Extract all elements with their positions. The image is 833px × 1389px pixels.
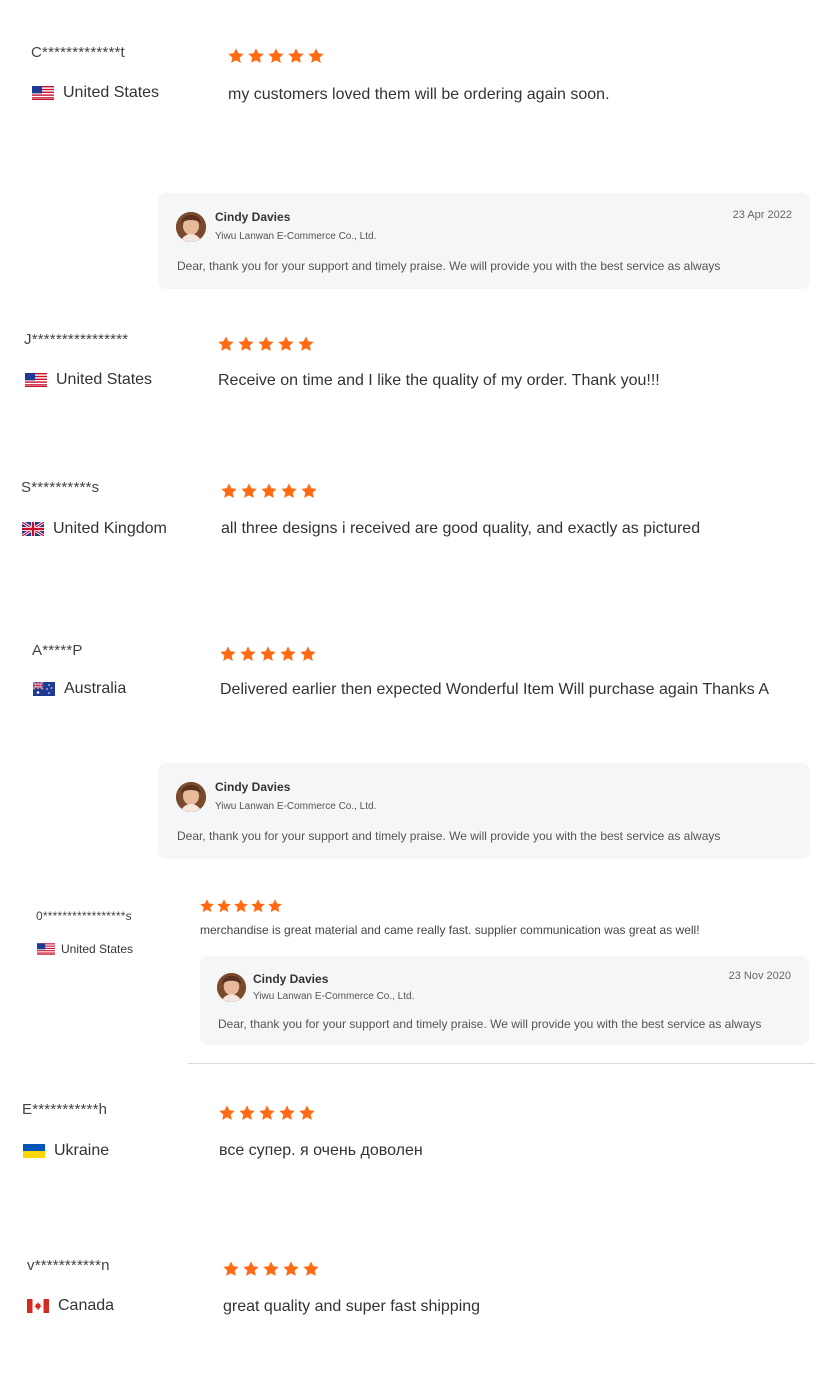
reviewer-country: Ukraine bbox=[23, 1142, 109, 1160]
star-icon bbox=[278, 1104, 296, 1122]
seller-reply: Cindy Davies Yiwu Lanwan E-Commerce Co.,… bbox=[158, 193, 810, 289]
star-icon bbox=[233, 898, 249, 914]
us-flag-icon bbox=[25, 373, 47, 387]
country-label: Ukraine bbox=[54, 1142, 110, 1159]
uk-flag-icon bbox=[22, 522, 44, 536]
reply-message: Dear, thank you for your support and tim… bbox=[177, 829, 721, 843]
star-icon bbox=[216, 898, 232, 914]
star-icon bbox=[299, 645, 317, 663]
country-label: United States bbox=[63, 84, 160, 101]
reviewer-name: C*************t bbox=[31, 44, 125, 61]
reply-message: Dear, thank you for your support and tim… bbox=[177, 259, 721, 273]
reviewer-country: Australia bbox=[33, 680, 126, 698]
star-icon bbox=[242, 1260, 260, 1278]
star-icon bbox=[257, 335, 275, 353]
country-label: United States bbox=[56, 371, 153, 388]
ukraine-flag-icon bbox=[23, 1144, 45, 1158]
star-icon bbox=[259, 645, 277, 663]
reply-company: Yiwu Lanwan E-Commerce Co., Ltd. bbox=[253, 991, 415, 1002]
review-text: my customers loved them will be ordering… bbox=[228, 86, 610, 103]
star-rating bbox=[219, 645, 317, 663]
star-rating bbox=[220, 482, 318, 500]
reply-company: Yiwu Lanwan E-Commerce Co., Ltd. bbox=[215, 801, 377, 812]
reviewer-country: Canada bbox=[27, 1297, 114, 1315]
star-icon bbox=[238, 1104, 256, 1122]
star-icon bbox=[267, 47, 285, 65]
country-label: Australia bbox=[64, 680, 127, 697]
star-icon bbox=[237, 335, 255, 353]
star-icon bbox=[302, 1260, 320, 1278]
reply-message: Dear, thank you for your support and tim… bbox=[218, 1017, 762, 1031]
reply-author-name: Cindy Davies bbox=[215, 210, 291, 224]
seller-reply: Cindy Davies Yiwu Lanwan E-Commerce Co.,… bbox=[200, 956, 809, 1045]
star-icon bbox=[219, 645, 237, 663]
reviewer-country: United States bbox=[32, 84, 159, 102]
star-icon bbox=[267, 898, 283, 914]
star-rating bbox=[218, 1104, 316, 1122]
reviewer-country: United Kingdom bbox=[22, 520, 167, 538]
reply-company: Yiwu Lanwan E-Commerce Co., Ltd. bbox=[215, 231, 377, 242]
star-icon bbox=[262, 1260, 280, 1278]
country-label: Canada bbox=[58, 1297, 115, 1314]
star-icon bbox=[279, 645, 297, 663]
star-icon bbox=[307, 47, 325, 65]
reviewer-country: United States bbox=[37, 942, 133, 956]
reviewer-name: v***********n bbox=[27, 1257, 110, 1274]
star-icon bbox=[217, 335, 235, 353]
star-icon bbox=[258, 1104, 276, 1122]
us-flag-icon bbox=[37, 943, 55, 955]
star-icon bbox=[297, 335, 315, 353]
star-icon bbox=[240, 482, 258, 500]
review-text: Receive on time and I like the quality o… bbox=[218, 372, 660, 389]
star-icon bbox=[222, 1260, 240, 1278]
star-icon bbox=[280, 482, 298, 500]
reviewer-name: J**************** bbox=[24, 331, 129, 348]
divider bbox=[188, 1063, 815, 1064]
star-icon bbox=[247, 47, 265, 65]
star-rating bbox=[217, 335, 315, 353]
us-flag-icon bbox=[32, 86, 54, 100]
review-text: Delivered earlier then expected Wonderfu… bbox=[220, 681, 770, 698]
star-icon bbox=[220, 482, 238, 500]
reply-date: 23 Apr 2022 bbox=[732, 209, 792, 221]
avatar bbox=[217, 973, 246, 1002]
review-text: great quality and super fast shipping bbox=[223, 1298, 481, 1315]
avatar bbox=[176, 782, 206, 812]
reviewer-country: United States bbox=[25, 371, 152, 389]
avatar bbox=[176, 212, 206, 242]
review-text: merchandise is great material and came r… bbox=[200, 923, 700, 937]
star-icon bbox=[282, 1260, 300, 1278]
seller-reply: Cindy Davies Yiwu Lanwan E-Commerce Co.,… bbox=[158, 763, 810, 859]
star-rating bbox=[222, 1260, 320, 1278]
canada-flag-icon bbox=[27, 1299, 49, 1313]
star-icon bbox=[239, 645, 257, 663]
reply-date: 23 Nov 2020 bbox=[728, 970, 791, 982]
star-icon bbox=[250, 898, 266, 914]
review-text: all three designs i received are good qu… bbox=[221, 520, 701, 537]
reviewer-name: A*****P bbox=[32, 642, 83, 659]
reviewer-name: 0*****************s bbox=[36, 909, 132, 923]
star-icon bbox=[298, 1104, 316, 1122]
reviewer-name: S**********s bbox=[21, 479, 100, 496]
star-icon bbox=[218, 1104, 236, 1122]
australia-flag-icon bbox=[33, 682, 55, 696]
star-icon bbox=[277, 335, 295, 353]
reply-author-name: Cindy Davies bbox=[215, 780, 291, 794]
country-label: United States bbox=[61, 942, 134, 956]
star-rating bbox=[199, 898, 283, 914]
reply-author-name: Cindy Davies bbox=[253, 972, 329, 986]
star-icon bbox=[300, 482, 318, 500]
country-label: United Kingdom bbox=[53, 520, 167, 537]
reviewer-name: E***********h bbox=[22, 1101, 108, 1118]
star-icon bbox=[227, 47, 245, 65]
star-icon bbox=[287, 47, 305, 65]
star-icon bbox=[199, 898, 215, 914]
star-rating bbox=[227, 47, 325, 65]
review-text: все супер. я очень доволен bbox=[219, 1142, 423, 1159]
star-icon bbox=[260, 482, 278, 500]
